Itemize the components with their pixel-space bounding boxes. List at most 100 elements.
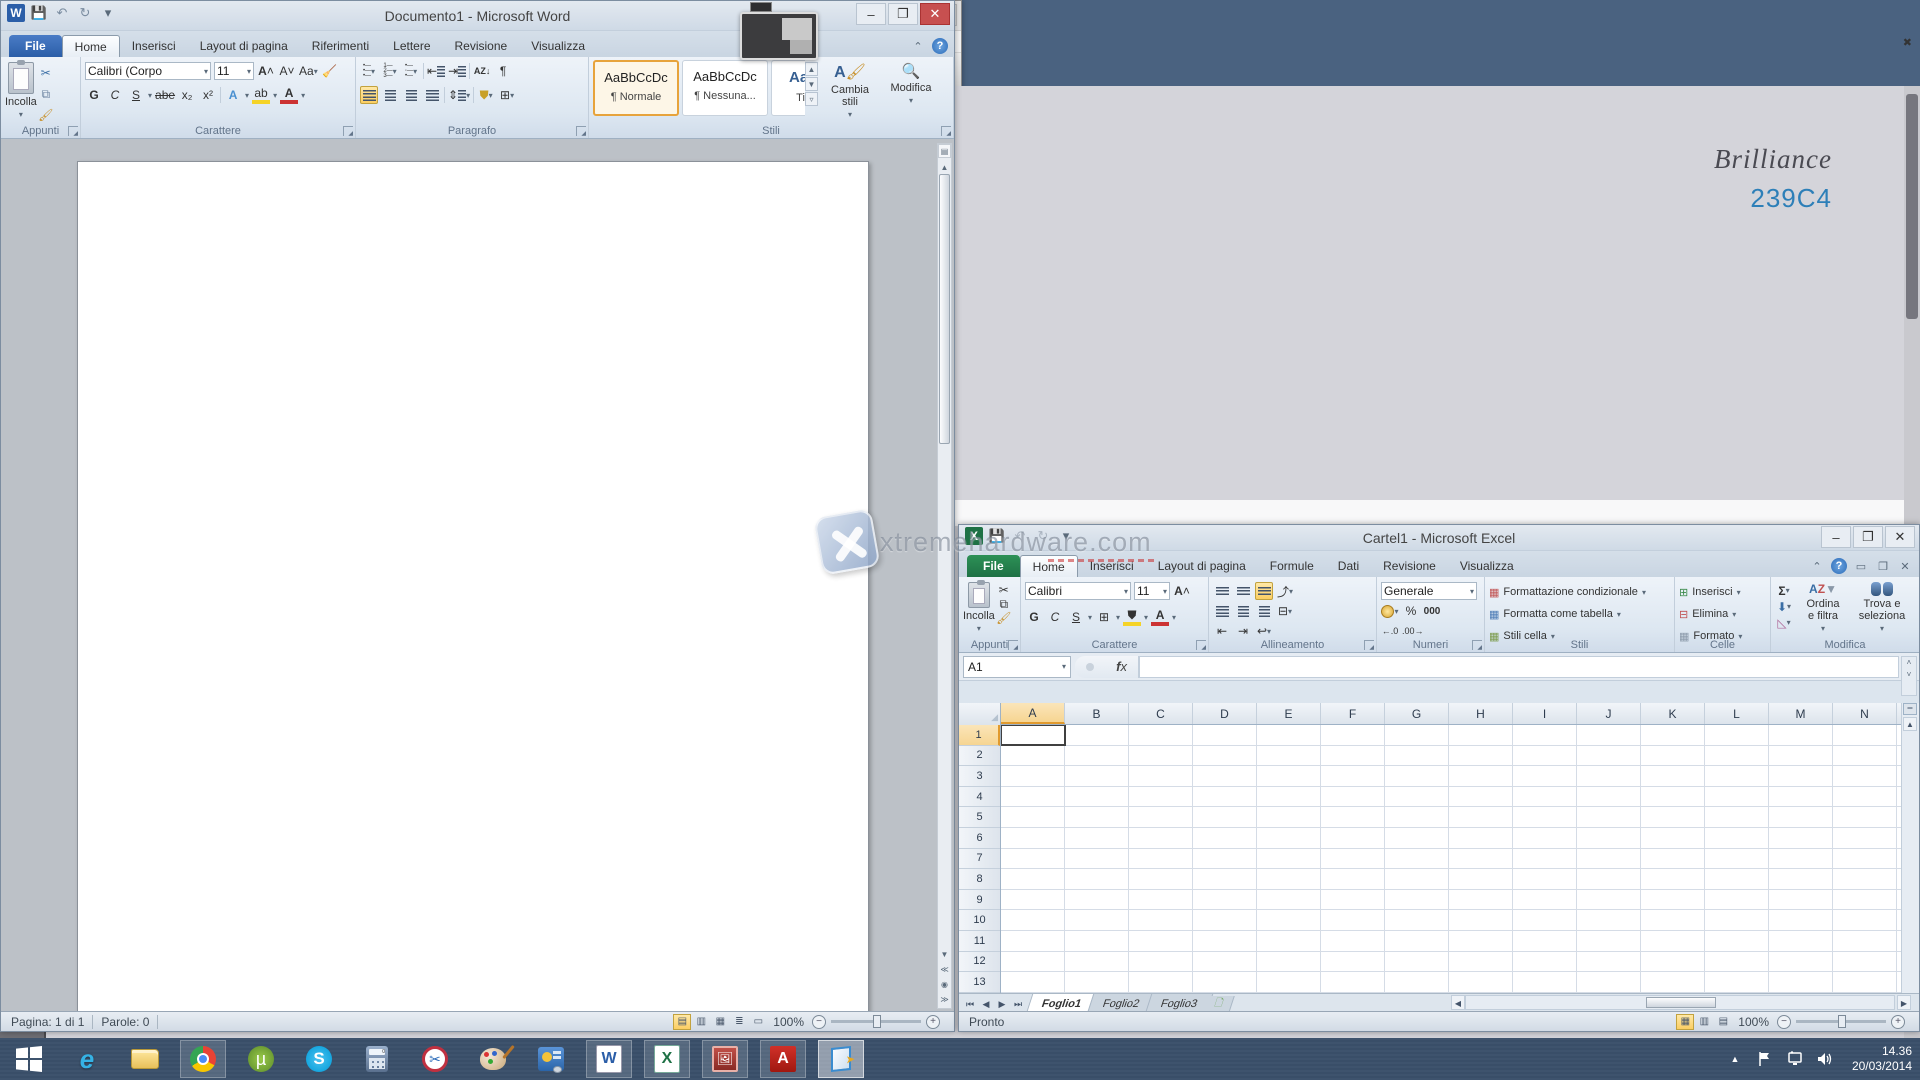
taskbar-skype[interactable]: S bbox=[296, 1040, 342, 1078]
cell-F11[interactable] bbox=[1321, 931, 1385, 951]
page-break-view-icon[interactable]: ▤ bbox=[1714, 1014, 1732, 1030]
cell-M1[interactable] bbox=[1769, 725, 1833, 745]
start-button[interactable] bbox=[6, 1040, 52, 1078]
cell-N2[interactable] bbox=[1833, 746, 1897, 766]
cell-F12[interactable] bbox=[1321, 952, 1385, 972]
change-styles-button[interactable]: A🖌 Cambia stili▾ bbox=[818, 60, 882, 119]
next-page-icon[interactable]: ≫ bbox=[938, 992, 951, 1006]
excel-tab-layout-di-pagina[interactable]: Layout di pagina bbox=[1146, 555, 1258, 577]
cell-N9[interactable] bbox=[1833, 890, 1897, 910]
excel-tab-inserisci[interactable]: Inserisci bbox=[1078, 555, 1146, 577]
word-tab-revisione[interactable]: Revisione bbox=[443, 35, 520, 57]
increase-indent-icon[interactable]: ⇥ bbox=[448, 62, 466, 80]
column-header-b[interactable]: B bbox=[1065, 703, 1129, 724]
format-as-table-button[interactable]: ▦Formatta come tabella▾ bbox=[1489, 605, 1670, 623]
scroll-up-icon[interactable]: ▲ bbox=[1903, 717, 1917, 731]
taskbar-word[interactable]: W bbox=[586, 1040, 632, 1078]
cell-G11[interactable] bbox=[1385, 931, 1449, 951]
row-header-13[interactable]: 13 bbox=[959, 972, 1000, 993]
paste-button[interactable]: Incolla▾ bbox=[5, 60, 37, 124]
cell-A10[interactable] bbox=[1001, 910, 1065, 930]
column-header-l[interactable]: L bbox=[1705, 703, 1769, 724]
sort-filter-button[interactable]: AZ▼ Ordina e filtra▾ bbox=[1797, 580, 1849, 633]
cell-G8[interactable] bbox=[1385, 869, 1449, 889]
workbook-minimize-icon[interactable]: ▭ bbox=[1853, 558, 1869, 574]
wrap-text-icon[interactable]: ↩▾ bbox=[1255, 622, 1273, 640]
next-sheet-icon[interactable]: ▶ bbox=[995, 999, 1009, 1010]
cell-H3[interactable] bbox=[1449, 766, 1513, 786]
cell-K10[interactable] bbox=[1641, 910, 1705, 930]
cell-F6[interactable] bbox=[1321, 828, 1385, 848]
cell-K7[interactable] bbox=[1641, 849, 1705, 869]
draft-view-icon[interactable]: ▭ bbox=[749, 1014, 767, 1030]
align-left-icon[interactable] bbox=[1213, 602, 1231, 620]
cell-D5[interactable] bbox=[1193, 807, 1257, 827]
cell-A3[interactable] bbox=[1001, 766, 1065, 786]
volume-icon[interactable] bbox=[1816, 1050, 1834, 1068]
scroll-down-icon[interactable]: ▼ bbox=[938, 947, 951, 961]
cell-J12[interactable] bbox=[1577, 952, 1641, 972]
cell-F8[interactable] bbox=[1321, 869, 1385, 889]
taskbar-image-editor[interactable]: 🖼 bbox=[702, 1040, 748, 1078]
style-item-2[interactable]: AaBbCTitolo 1 bbox=[771, 60, 805, 116]
cell-N1[interactable] bbox=[1833, 725, 1897, 745]
scroll-up-icon[interactable]: ▲ bbox=[938, 160, 951, 174]
row-header-4[interactable]: 4 bbox=[959, 787, 1000, 808]
format-painter-icon[interactable]: 🖌 bbox=[37, 106, 55, 124]
cell-I8[interactable] bbox=[1513, 869, 1577, 889]
name-box[interactable]: A1▾ bbox=[963, 656, 1071, 678]
word-scroll-thumb[interactable] bbox=[939, 174, 950, 444]
cell-C10[interactable] bbox=[1129, 910, 1193, 930]
cell-H2[interactable] bbox=[1449, 746, 1513, 766]
cell-C1[interactable] bbox=[1129, 725, 1193, 745]
cell-H8[interactable] bbox=[1449, 869, 1513, 889]
column-header-m[interactable]: M bbox=[1769, 703, 1833, 724]
cell-L10[interactable] bbox=[1705, 910, 1769, 930]
show-paragraph-marks-icon[interactable]: ¶ bbox=[494, 62, 512, 80]
cell-C11[interactable] bbox=[1129, 931, 1193, 951]
cell-E7[interactable] bbox=[1257, 849, 1321, 869]
zoom-in-icon[interactable]: + bbox=[926, 1015, 940, 1029]
cell-A1[interactable] bbox=[1001, 725, 1065, 745]
fill-icon[interactable]: ⬇▾ bbox=[1775, 600, 1793, 613]
cell-J10[interactable] bbox=[1577, 910, 1641, 930]
hscroll-left-icon[interactable]: ◀ bbox=[1451, 995, 1465, 1010]
cell-M5[interactable] bbox=[1769, 807, 1833, 827]
cell-L3[interactable] bbox=[1705, 766, 1769, 786]
normal-view-icon[interactable]: ▦ bbox=[1676, 1014, 1694, 1030]
cell-G7[interactable] bbox=[1385, 849, 1449, 869]
cell-D12[interactable] bbox=[1193, 952, 1257, 972]
cell-E11[interactable] bbox=[1257, 931, 1321, 951]
cell-M3[interactable] bbox=[1769, 766, 1833, 786]
line-spacing-icon[interactable]: ⇕▾ bbox=[448, 86, 470, 104]
formula-input[interactable] bbox=[1139, 656, 1899, 678]
zoom-track[interactable] bbox=[831, 1020, 921, 1023]
excel-close-button[interactable]: ✕ bbox=[1885, 526, 1915, 548]
cell-N5[interactable] bbox=[1833, 807, 1897, 827]
cell-I5[interactable] bbox=[1513, 807, 1577, 827]
cell-J7[interactable] bbox=[1577, 849, 1641, 869]
font-name-combo[interactable]: Calibri▾ bbox=[1025, 582, 1131, 600]
cell-F7[interactable] bbox=[1321, 849, 1385, 869]
column-header-n[interactable]: N bbox=[1833, 703, 1897, 724]
cell-C7[interactable] bbox=[1129, 849, 1193, 869]
word-restore-button[interactable]: ❐ bbox=[888, 3, 918, 25]
cell-H12[interactable] bbox=[1449, 952, 1513, 972]
paragrafo-dialog-launcher[interactable] bbox=[576, 126, 586, 136]
cell-K13[interactable] bbox=[1641, 972, 1705, 992]
select-browse-object-icon[interactable]: ◉ bbox=[938, 977, 951, 991]
cell-L9[interactable] bbox=[1705, 890, 1769, 910]
row-header-6[interactable]: 6 bbox=[959, 828, 1000, 849]
clear-formatting-icon[interactable]: 🧹 bbox=[321, 62, 339, 80]
cell-E2[interactable] bbox=[1257, 746, 1321, 766]
cell-H13[interactable] bbox=[1449, 972, 1513, 992]
cell-L1[interactable] bbox=[1705, 725, 1769, 745]
taskbar-chrome[interactable] bbox=[180, 1040, 226, 1078]
column-header-a[interactable]: A bbox=[1001, 703, 1065, 724]
cell-I11[interactable] bbox=[1513, 931, 1577, 951]
excel-minimize-button[interactable]: – bbox=[1821, 526, 1851, 548]
cell-L7[interactable] bbox=[1705, 849, 1769, 869]
excel-zoom-level[interactable]: 100% bbox=[1738, 1015, 1769, 1029]
cell-B3[interactable] bbox=[1065, 766, 1129, 786]
column-header-h[interactable]: H bbox=[1449, 703, 1513, 724]
